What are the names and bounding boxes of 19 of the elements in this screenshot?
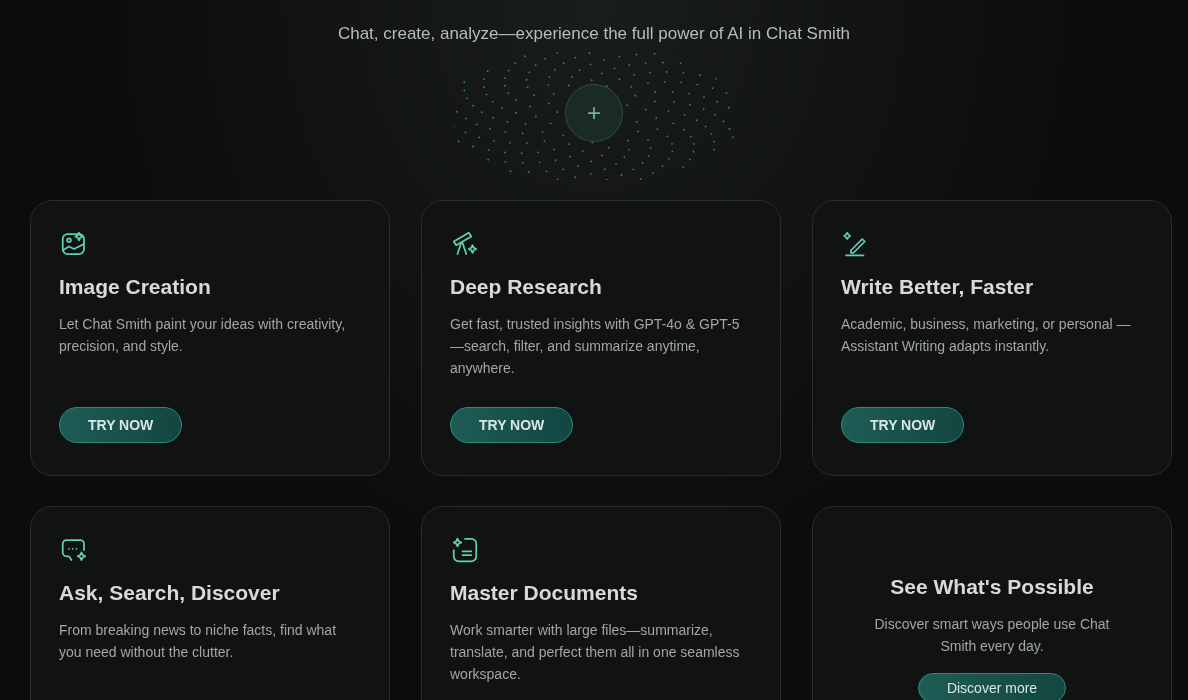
- try-now-button[interactable]: TRY NOW: [450, 407, 574, 443]
- document-sparkle-icon: [450, 535, 480, 565]
- hero-subtitle: Chat, create, analyze—experience the full power of AI in Chat Smith: [337, 24, 851, 44]
- card-title: Ask, Search, Discover: [59, 581, 280, 605]
- card-title: Write Better, Faster: [841, 275, 1034, 299]
- try-now-button[interactable]: TRY NOW: [59, 407, 183, 443]
- card-description: Work smarter with large files—summarize, translate, and perfect them all in one seamless workspace.: [450, 621, 741, 684]
- discover-more-button[interactable]: Discover more: [917, 673, 1067, 700]
- try-now-button[interactable]: TRY NOW: [841, 407, 965, 443]
- card-description: Academic, business, marketing, or personal —Assistant Writing adapts instantly.: [841, 315, 1132, 356]
- card-description: Let Chat Smith paint your ideas with creativity, precision, and style.: [59, 315, 347, 356]
- card-title: Master Documents: [450, 581, 638, 605]
- card-title: Image Creation: [59, 275, 211, 299]
- card-description: Get fast, trusted insights with GPT-4o & GPT-5—search, filter, and summarize anytime, anywhere.: [450, 315, 741, 378]
- card-description: Discover smart ways people use Chat Smith every day.: [873, 615, 1111, 656]
- card-title: Deep Research: [450, 275, 602, 299]
- add-button[interactable]: +: [565, 84, 623, 142]
- card-description: From breaking news to niche facts, find what you need without the clutter.: [59, 621, 338, 662]
- card-title: See What's Possible: [890, 575, 1094, 599]
